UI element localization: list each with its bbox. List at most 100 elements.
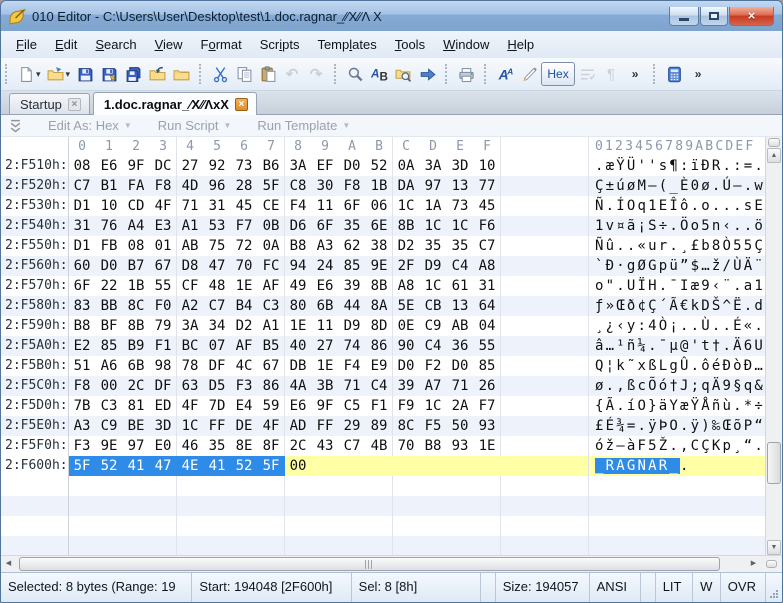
hex-byte[interactable]: F9	[393, 396, 420, 416]
hex-byte[interactable]: 41	[123, 456, 150, 476]
hex-byte[interactable]: 4C	[231, 356, 258, 376]
hex-byte[interactable]: D0	[339, 156, 366, 176]
ascii-cell[interactable]: {Ã.íO}äYæŸÅñù.*÷	[589, 396, 765, 416]
hex-byte[interactable]: 00	[96, 376, 123, 396]
hex-byte[interactable]: AD	[285, 416, 312, 436]
hex-byte[interactable]: 4A	[285, 376, 312, 396]
hex-byte[interactable]: 11	[312, 196, 339, 216]
hex-byte[interactable]: 8D	[366, 316, 393, 336]
hex-byte[interactable]: 8F	[258, 436, 285, 456]
hex-byte[interactable]: 72	[231, 236, 258, 256]
hex-byte[interactable]: 01	[150, 236, 177, 256]
ascii-cell[interactable]: Ç±úøM–(_È0ø.Ú—.w	[589, 176, 765, 196]
hex-byte[interactable]: 00	[285, 456, 312, 476]
hex-byte[interactable]: 1C	[393, 196, 420, 216]
hex-byte[interactable]: F3	[69, 436, 96, 456]
hex-byte[interactable]: B9	[123, 336, 150, 356]
ascii-cell[interactable]: _RAGNAR_.	[589, 456, 765, 476]
hex-byte[interactable]: 52	[96, 456, 123, 476]
hex-byte[interactable]: E9	[366, 356, 393, 376]
hex-byte[interactable]: DB	[285, 356, 312, 376]
hex-byte[interactable]: 9E	[96, 436, 123, 456]
hex-byte[interactable]: C9	[96, 416, 123, 436]
hex-byte[interactable]: DF	[150, 376, 177, 396]
hex-byte[interactable]: 35	[447, 236, 474, 256]
menu-scripts[interactable]: Scripts	[251, 33, 309, 56]
menu-help[interactable]: Help	[498, 33, 543, 56]
hex-byte[interactable]: 2C	[285, 436, 312, 456]
hex-byte[interactable]: 8A	[366, 296, 393, 316]
revert-file-button[interactable]	[145, 62, 169, 86]
hex-byte[interactable]: 3D	[447, 156, 474, 176]
hex-byte[interactable]: A3	[312, 236, 339, 256]
hex-byte[interactable]: D9	[339, 316, 366, 336]
menu-view[interactable]: View	[146, 33, 192, 56]
hex-byte[interactable]: B1	[96, 176, 123, 196]
hex-byte[interactable]: F8	[339, 176, 366, 196]
hex-byte[interactable]: D0	[447, 356, 474, 376]
paste-button[interactable]	[256, 62, 280, 86]
new-file-button[interactable]	[14, 62, 38, 86]
open-folder-button[interactable]	[169, 62, 193, 86]
hex-byte[interactable]	[366, 456, 393, 476]
hex-byte[interactable]: FB	[96, 236, 123, 256]
hex-byte[interactable]: D1	[69, 196, 96, 216]
undo-button[interactable]: ↶	[280, 62, 304, 86]
hex-byte[interactable]: 41	[204, 456, 231, 476]
hex-byte[interactable]: AF	[258, 276, 285, 296]
hex-byte[interactable]: F5	[420, 416, 447, 436]
hex-byte[interactable]: B6	[258, 156, 285, 176]
horizontal-scroll-track[interactable]	[16, 556, 746, 572]
hex-byte[interactable]: AF	[231, 336, 258, 356]
save-as-button[interactable]	[97, 62, 121, 86]
hex-byte[interactable]: 81	[123, 396, 150, 416]
hex-byte[interactable]: C4	[366, 376, 393, 396]
hex-byte[interactable]: 90	[393, 336, 420, 356]
hex-byte[interactable]: E2	[69, 336, 96, 356]
hex-byte[interactable]: 79	[150, 316, 177, 336]
hex-byte[interactable]: C4	[447, 256, 474, 276]
hex-byte[interactable]: 85	[474, 356, 501, 376]
scroll-up-button[interactable]: ▲	[767, 148, 781, 163]
hex-byte[interactable]: 38	[366, 236, 393, 256]
hex-byte[interactable]: 1E	[474, 436, 501, 456]
hex-byte[interactable]: 75	[204, 236, 231, 256]
hex-byte[interactable]: 27	[177, 156, 204, 176]
hex-byte[interactable]: 86	[258, 376, 285, 396]
find-button[interactable]	[343, 62, 367, 86]
scroll-left-button[interactable]: ◀	[1, 556, 16, 572]
hex-byte[interactable]: 6B	[123, 356, 150, 376]
title-bar[interactable]: 010 Editor - C:\Users\User\Desktop\test\…	[1, 1, 782, 31]
hex-byte[interactable]: 6E	[366, 216, 393, 236]
hex-byte[interactable]: 1E	[231, 276, 258, 296]
tab-close-icon[interactable]: ×	[68, 98, 81, 111]
hex-byte[interactable]: CB	[420, 296, 447, 316]
hex-byte[interactable]: D2	[393, 236, 420, 256]
toolbar-group-handle[interactable]	[445, 64, 450, 84]
hex-byte[interactable]: 70	[231, 256, 258, 276]
menu-format[interactable]: Format	[192, 33, 251, 56]
hex-byte[interactable]: 39	[393, 376, 420, 396]
hex-byte[interactable]: 6F	[339, 196, 366, 216]
hex-byte[interactable]: 6F	[312, 216, 339, 236]
hex-byte[interactable]: B8	[69, 316, 96, 336]
hex-byte[interactable]: DE	[231, 416, 258, 436]
hex-mode-button[interactable]: Hex	[541, 62, 575, 86]
hex-byte[interactable]: C9	[420, 316, 447, 336]
hex-byte[interactable]: 8E	[231, 436, 258, 456]
hex-byte[interactable]: D8	[177, 256, 204, 276]
hex-byte[interactable]: 0E	[393, 316, 420, 336]
hex-byte[interactable]: 61	[447, 276, 474, 296]
ascii-selected-text[interactable]: _RAGNAR_	[595, 458, 680, 474]
hex-byte[interactable]: D5	[204, 376, 231, 396]
hex-byte[interactable]: 50	[447, 416, 474, 436]
hex-byte[interactable]: 9F	[312, 396, 339, 416]
hex-byte[interactable]: 35	[204, 436, 231, 456]
hex-byte[interactable]: F4	[339, 356, 366, 376]
hex-byte[interactable]: 4B	[366, 436, 393, 456]
toolbar-group-handle[interactable]	[5, 64, 10, 84]
find-in-files-button[interactable]	[391, 62, 415, 86]
hex-byte[interactable]: D0	[96, 256, 123, 276]
hex-byte[interactable]: C8	[285, 176, 312, 196]
hex-byte[interactable]: 9F	[123, 156, 150, 176]
